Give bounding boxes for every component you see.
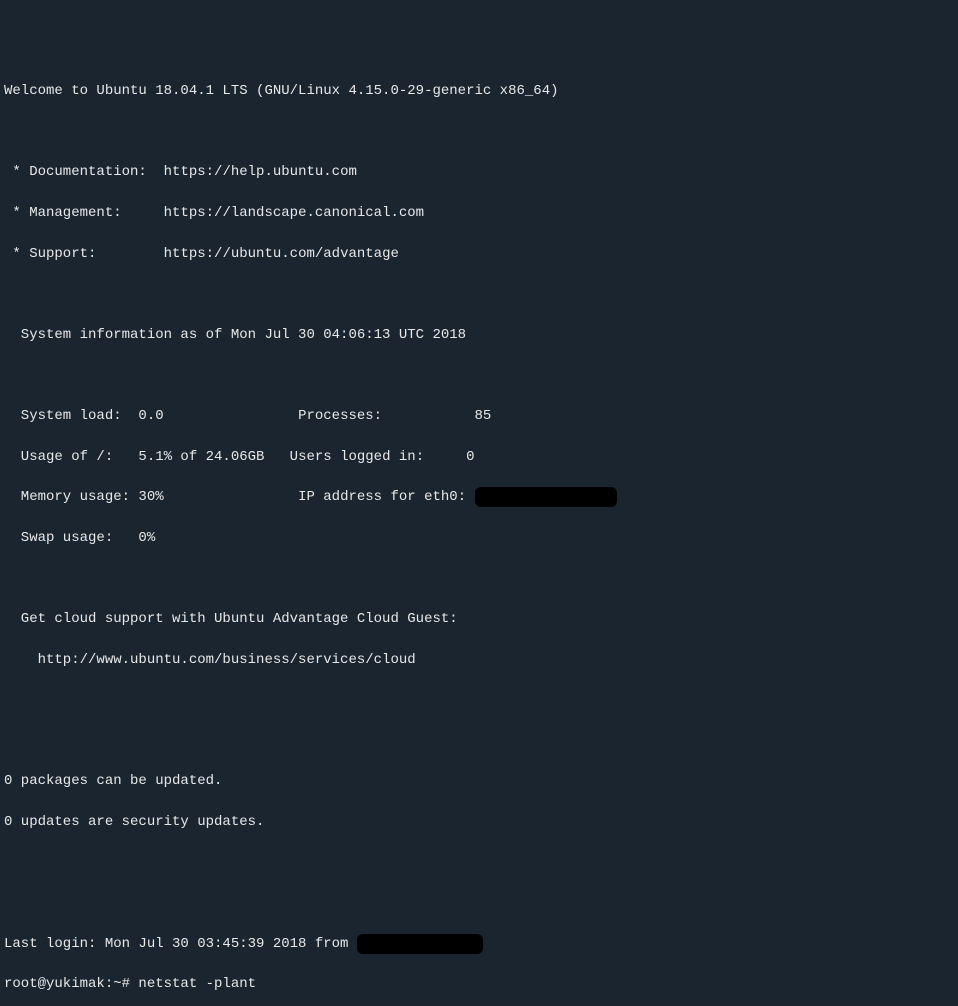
doc-link-line: * Documentation: https://help.ubuntu.com — [4, 162, 954, 182]
updates-line-1: 0 packages can be updated. — [4, 771, 954, 791]
prompt-line[interactable]: root@yukimak:~# netstat -plant — [4, 974, 954, 994]
blank — [4, 852, 954, 872]
support-label: * Support: — [4, 246, 164, 262]
terminal-output[interactable]: Welcome to Ubuntu 18.04.1 LTS (GNU/Linux… — [4, 81, 954, 1006]
blank — [4, 731, 954, 751]
swap-usage: Swap usage: 0% — [4, 530, 155, 546]
last-login-prefix: Last login: Mon Jul 30 03:45:39 2018 fro… — [4, 936, 357, 952]
system-load: System load: 0.0 — [4, 408, 164, 424]
doc-label: * Documentation: — [4, 164, 164, 180]
users-label: Users logged in: — [290, 449, 466, 465]
mgmt-link-line: * Management: https://landscape.canonica… — [4, 203, 954, 223]
welcome-line: Welcome to Ubuntu 18.04.1 LTS (GNU/Linux… — [4, 81, 954, 101]
blank — [4, 122, 954, 142]
mgmt-label: * Management: — [4, 205, 164, 221]
support-url: https://ubuntu.com/advantage — [164, 246, 399, 262]
users-val: 0 — [466, 449, 474, 465]
sysinfo-header: System information as of Mon Jul 30 04:0… — [4, 325, 954, 345]
processes-label: Processes: — [298, 408, 474, 424]
blank — [4, 690, 954, 710]
stat-line-3: Memory usage: 30% IP address for eth0: x… — [4, 487, 954, 507]
blank — [4, 893, 954, 913]
cloud-line-1: Get cloud support with Ubuntu Advantage … — [4, 609, 954, 629]
stat-line-4: Swap usage: 0% — [4, 528, 954, 548]
cloud-line-2: http://www.ubuntu.com/business/services/… — [4, 650, 954, 670]
support-link-line: * Support: https://ubuntu.com/advantage — [4, 244, 954, 264]
processes-val: 85 — [475, 408, 492, 424]
updates-line-2: 0 updates are security updates. — [4, 812, 954, 832]
last-login-line: Last login: Mon Jul 30 03:45:39 2018 fro… — [4, 934, 954, 954]
command-input[interactable]: netstat -plant — [138, 976, 256, 992]
blank — [4, 284, 954, 304]
blank — [4, 568, 954, 588]
shell-prompt: root@yukimak:~# — [4, 976, 138, 992]
blank — [4, 365, 954, 385]
disk-usage: Usage of /: 5.1% of 24.06GB — [4, 449, 264, 465]
mgmt-url: https://landscape.canonical.com — [164, 205, 424, 221]
stat-line-2: Usage of /: 5.1% of 24.06GB Users logged… — [4, 447, 954, 467]
ip-redacted: xxx.xxx.xxx.x47 — [475, 487, 618, 507]
doc-url: https://help.ubuntu.com — [164, 164, 357, 180]
last-login-ip-redacted: xxx.xxx.xxx.x55 — [357, 934, 483, 954]
stat-line-1: System load: 0.0 Processes: 85 — [4, 406, 954, 426]
